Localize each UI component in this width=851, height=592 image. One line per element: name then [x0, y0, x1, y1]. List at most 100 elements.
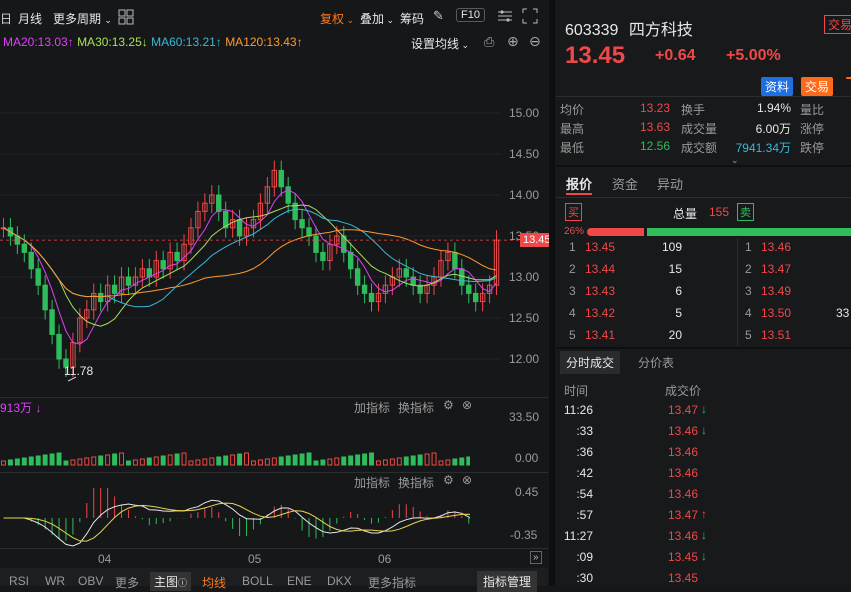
more-period-dropdown[interactable]: 更多周期 ⌄ — [53, 10, 112, 27]
overlay-dropdown[interactable]: 叠加 ⌄ — [360, 10, 394, 27]
trade-price: 13.46 — [668, 424, 699, 438]
candle-body — [466, 284, 472, 294]
tab-price-table[interactable]: 分价表 — [638, 354, 674, 371]
ma30-value: MA30:13.25 — [77, 35, 142, 49]
arrow-down-icon: ↓ — [701, 549, 707, 563]
trade-time: 11:27 — [563, 529, 593, 543]
volume-bar — [320, 459, 326, 466]
volume-bar — [348, 455, 354, 466]
candle-body — [299, 219, 305, 229]
pane-splitter[interactable] — [549, 0, 555, 586]
total-volume-value: 155 — [709, 205, 730, 219]
buy-ratio-bar — [587, 228, 644, 236]
fuquan-dropdown[interactable]: 复权 ⌄ — [320, 10, 354, 27]
settings-sliders-icon[interactable] — [497, 9, 513, 26]
volume-bar — [369, 452, 374, 466]
volume-bar — [285, 455, 291, 466]
trade-time: :57 — [576, 508, 593, 522]
grid-layout-icon[interactable] — [118, 9, 134, 28]
tab-abnormal[interactable]: 异动 — [657, 174, 683, 193]
bid-price[interactable]: 13.44 — [585, 262, 615, 276]
gear-icon[interactable]: ⚙ — [443, 473, 454, 487]
chips-button[interactable]: 筹码 — [400, 10, 424, 27]
volume-bar — [98, 455, 104, 466]
volume-bar — [7, 459, 13, 466]
sell-ratio-bar — [647, 228, 851, 236]
ma30-line — [3, 204, 497, 327]
trade-price: 13.46 — [668, 466, 699, 480]
candle-body — [236, 219, 243, 237]
volume-bar — [35, 455, 41, 466]
tab-main-chart[interactable]: 主图ⓘ — [150, 572, 192, 591]
indicator-manage-button[interactable]: 指标管理 — [477, 571, 538, 592]
zoom-in-icon[interactable]: ⊕ — [507, 33, 519, 50]
switch-indicator-button[interactable]: 换指标 — [398, 399, 434, 416]
info-button[interactable]: 资料 — [761, 77, 794, 96]
candle-body — [278, 169, 284, 188]
chevron-down-icon[interactable]: ⌄ — [731, 155, 739, 166]
tab-ticks[interactable]: 分时成交 — [560, 351, 621, 374]
divider — [556, 197, 851, 198]
draw-pen-icon[interactable]: ✎ — [433, 8, 444, 24]
volume-bar — [160, 455, 166, 466]
expand-icon[interactable] — [522, 8, 538, 27]
ma-legend: MA20:13.03↑ MA30:13.25↓ MA60:13.21↑ MA12… — [3, 35, 303, 49]
macd-chart[interactable] — [0, 488, 470, 548]
volume-bar — [56, 452, 62, 466]
bid-price[interactable]: 13.41 — [585, 328, 615, 342]
volume-bar — [355, 454, 361, 466]
volume-bar — [70, 459, 76, 466]
scroll-right-icon[interactable]: » — [530, 551, 542, 564]
ask-price[interactable]: 13.46 — [761, 240, 791, 254]
trade-time: :30 — [576, 571, 593, 585]
bid-price[interactable]: 13.42 — [585, 306, 615, 320]
kline-chart[interactable] — [0, 55, 548, 395]
close-icon[interactable]: ⊗ — [462, 473, 472, 487]
volume-bar — [132, 459, 138, 466]
trade-tag-button[interactable]: 交易 — [824, 15, 851, 34]
lock-icon[interactable]: ⎙ — [484, 34, 494, 50]
ask-price[interactable]: 13.47 — [761, 262, 791, 276]
tab-quote[interactable]: 报价 — [566, 174, 592, 193]
zoom-out-icon[interactable]: ⊖ — [529, 33, 541, 50]
tab-ma[interactable]: 均线 — [202, 574, 226, 591]
bid-price[interactable]: 13.43 — [585, 284, 615, 298]
ma-settings-dropdown[interactable]: 设置均线 ⌄ — [411, 35, 469, 52]
volume-bar — [278, 456, 284, 466]
divider — [556, 347, 851, 349]
ask-volume: 33 — [836, 306, 850, 320]
f10-button[interactable]: F10 — [456, 8, 485, 22]
bid-price[interactable]: 13.45 — [585, 240, 615, 254]
ask-level: 5 — [745, 328, 752, 342]
gear-icon[interactable]: ⚙ — [443, 398, 454, 412]
sell-tag: 卖 — [737, 203, 754, 221]
bid-volume: 6 — [675, 284, 682, 298]
ask-level: 2 — [745, 262, 752, 276]
candle-body — [285, 186, 291, 204]
price-change: +0.64 — [655, 47, 696, 64]
period-tab-month[interactable]: 月线 — [18, 10, 42, 27]
ask-price[interactable]: 13.50 — [761, 306, 791, 320]
stock-header: 603339 四方科技 — [565, 16, 693, 40]
tab-more[interactable]: 更多 — [115, 574, 139, 591]
help-icon: ⓘ — [178, 578, 188, 588]
ask-price[interactable]: 13.51 — [761, 328, 791, 342]
volume-chart[interactable] — [0, 415, 470, 470]
volume-bar — [91, 456, 97, 466]
ask-price[interactable]: 13.49 — [761, 284, 791, 298]
arrow-up-icon: ↑ — [67, 35, 74, 49]
tab-fund[interactable]: 资金 — [612, 174, 638, 193]
trade-price: 13.45 — [668, 571, 699, 585]
candle-body — [56, 333, 62, 360]
volume-bar — [195, 459, 201, 466]
trade-button[interactable]: 交易 — [801, 77, 834, 96]
close-icon[interactable]: ⊗ — [462, 398, 472, 412]
ma20-value: MA20:13.03 — [3, 35, 68, 49]
bid-level: 3 — [569, 284, 576, 298]
tab-more-indicators[interactable]: 更多指标 — [368, 574, 416, 591]
period-tab-day[interactable]: 日 — [0, 10, 12, 27]
volume-bar — [77, 458, 83, 466]
more-button[interactable] — [846, 77, 851, 79]
volume-bar — [119, 452, 125, 466]
add-indicator-button[interactable]: 加指标 — [354, 399, 390, 416]
